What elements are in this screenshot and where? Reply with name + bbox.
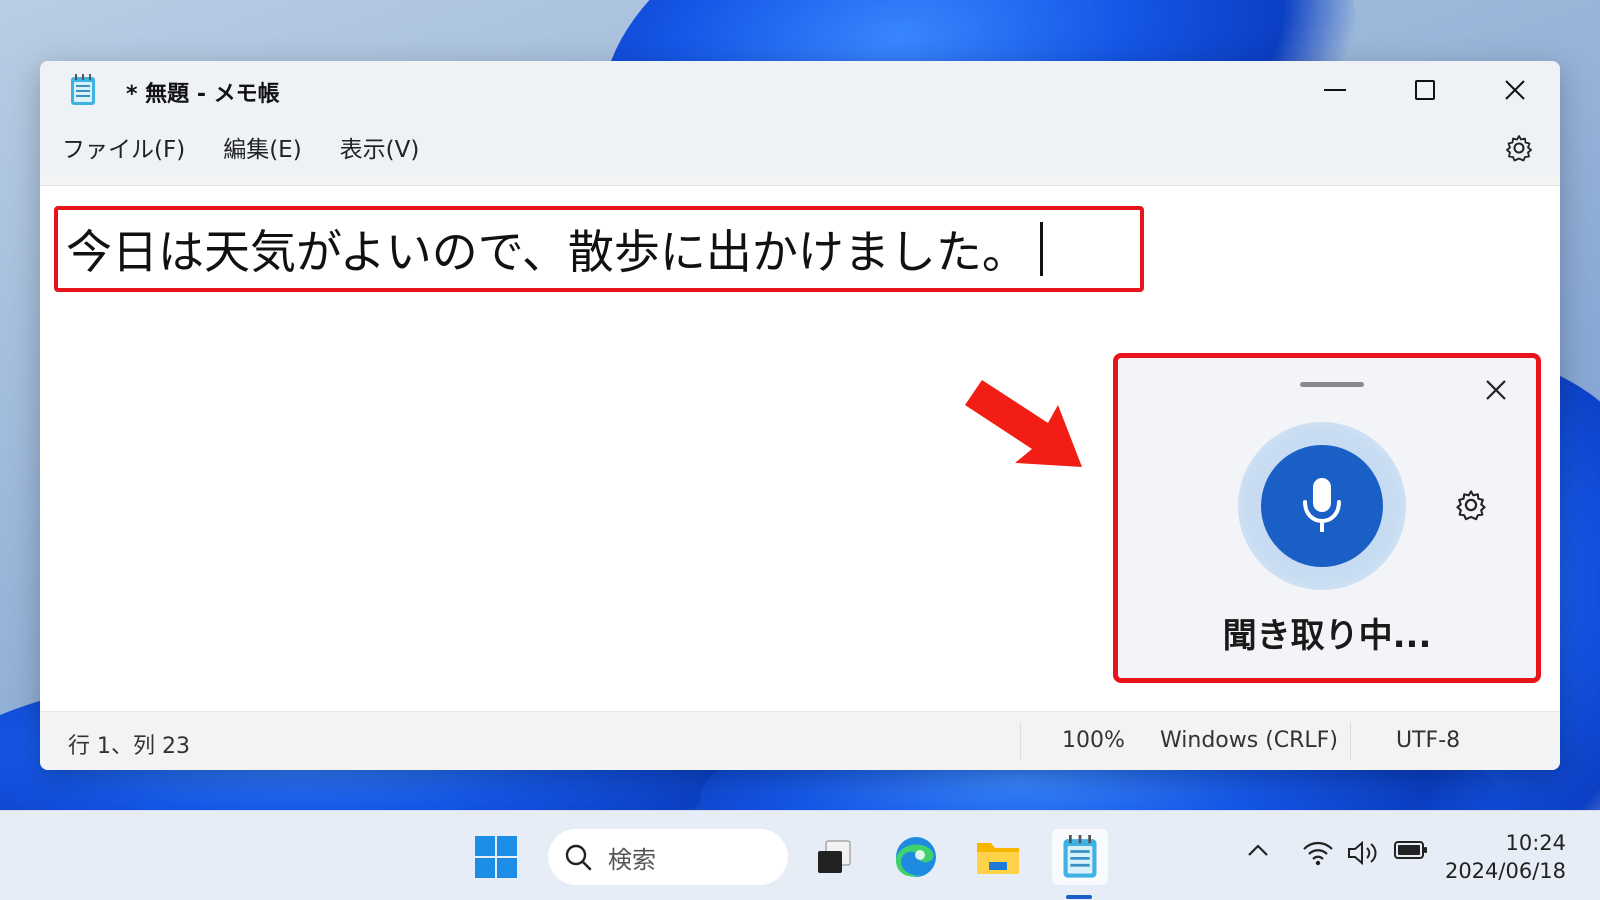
gear-icon[interactable] <box>1454 488 1488 522</box>
active-app-indicator <box>1066 895 1092 899</box>
status-divider <box>1020 722 1021 760</box>
battery-icon <box>1394 841 1427 859</box>
maximize-icon <box>1415 80 1435 100</box>
window-title: * 無題 - メモ帳 <box>126 82 280 107</box>
close-button[interactable] <box>1470 61 1560 119</box>
mic-ring <box>1238 422 1406 590</box>
clock[interactable]: 10:24 2024/06/18 <box>1445 829 1566 885</box>
clock-date: 2024/06/18 <box>1444 859 1566 883</box>
text-caret <box>1039 222 1043 276</box>
search-icon <box>565 844 592 871</box>
search-placeholder: 検索 <box>608 845 656 874</box>
zoom-level: 100% <box>1062 728 1125 753</box>
close-icon <box>1505 80 1525 100</box>
clock-time: 10:24 <box>1505 831 1566 855</box>
encoding: UTF-8 <box>1396 728 1461 753</box>
start-button[interactable] <box>468 829 524 885</box>
maximize-button[interactable] <box>1380 61 1470 119</box>
task-view-icon <box>818 840 851 873</box>
menu-view[interactable]: 表示(V) <box>340 130 420 164</box>
notepad-icon <box>71 74 95 105</box>
edge-button[interactable] <box>888 829 944 885</box>
close-icon[interactable] <box>1482 376 1510 404</box>
editor-text: 今日は天気がよいので、散歩に出かけました。 <box>66 225 1028 279</box>
microphone-button[interactable] <box>1261 445 1383 567</box>
drag-handle[interactable] <box>1300 382 1364 387</box>
microphone-icon <box>1303 478 1341 532</box>
volume-icon <box>1348 840 1377 866</box>
menu-file[interactable]: ファイル(F) <box>62 130 185 164</box>
network-button[interactable] <box>1302 839 1334 867</box>
taskbar-search[interactable]: 検索 <box>548 829 788 885</box>
title-bar[interactable]: * 無題 - メモ帳 <box>40 61 1560 119</box>
minimize-icon <box>1324 89 1346 91</box>
task-view-button[interactable] <box>806 829 862 885</box>
notepad-taskbar-button[interactable] <box>1052 829 1108 885</box>
cursor-position: 行 1、列 23 <box>68 734 190 759</box>
wifi-icon <box>1303 841 1333 866</box>
edge-icon <box>895 837 936 877</box>
line-ending: Windows (CRLF) <box>1160 728 1338 753</box>
settings-gear-icon[interactable] <box>1504 133 1534 163</box>
status-bar: 行 1、列 23 100% Windows (CRLF) UTF-8 <box>40 711 1560 770</box>
taskbar: 検索 10:24 2024/06/18 <box>0 810 1600 900</box>
volume-button[interactable] <box>1346 839 1380 867</box>
listening-status: 聞き取り中... <box>1222 616 1432 656</box>
battery-button[interactable] <box>1394 839 1428 861</box>
dictated-text-highlight: 今日は天気がよいので、散歩に出かけました。 <box>54 206 1144 292</box>
file-explorer-button[interactable] <box>970 829 1026 885</box>
voice-typing-panel: 聞き取り中... <box>1113 353 1541 683</box>
minimize-button[interactable] <box>1290 61 1380 119</box>
show-hidden-icons-button[interactable] <box>1246 839 1270 863</box>
status-divider <box>1350 722 1351 760</box>
chevron-up-icon <box>1248 844 1268 856</box>
menu-bar: ファイル(F) 編集(E) 表示(V) <box>40 119 1560 175</box>
red-arrow-annotation <box>965 380 1082 467</box>
notepad-icon <box>1063 835 1097 878</box>
file-explorer-icon <box>977 843 1019 874</box>
menu-edit[interactable]: 編集(E) <box>223 130 301 164</box>
windows-start-icon <box>475 836 517 878</box>
